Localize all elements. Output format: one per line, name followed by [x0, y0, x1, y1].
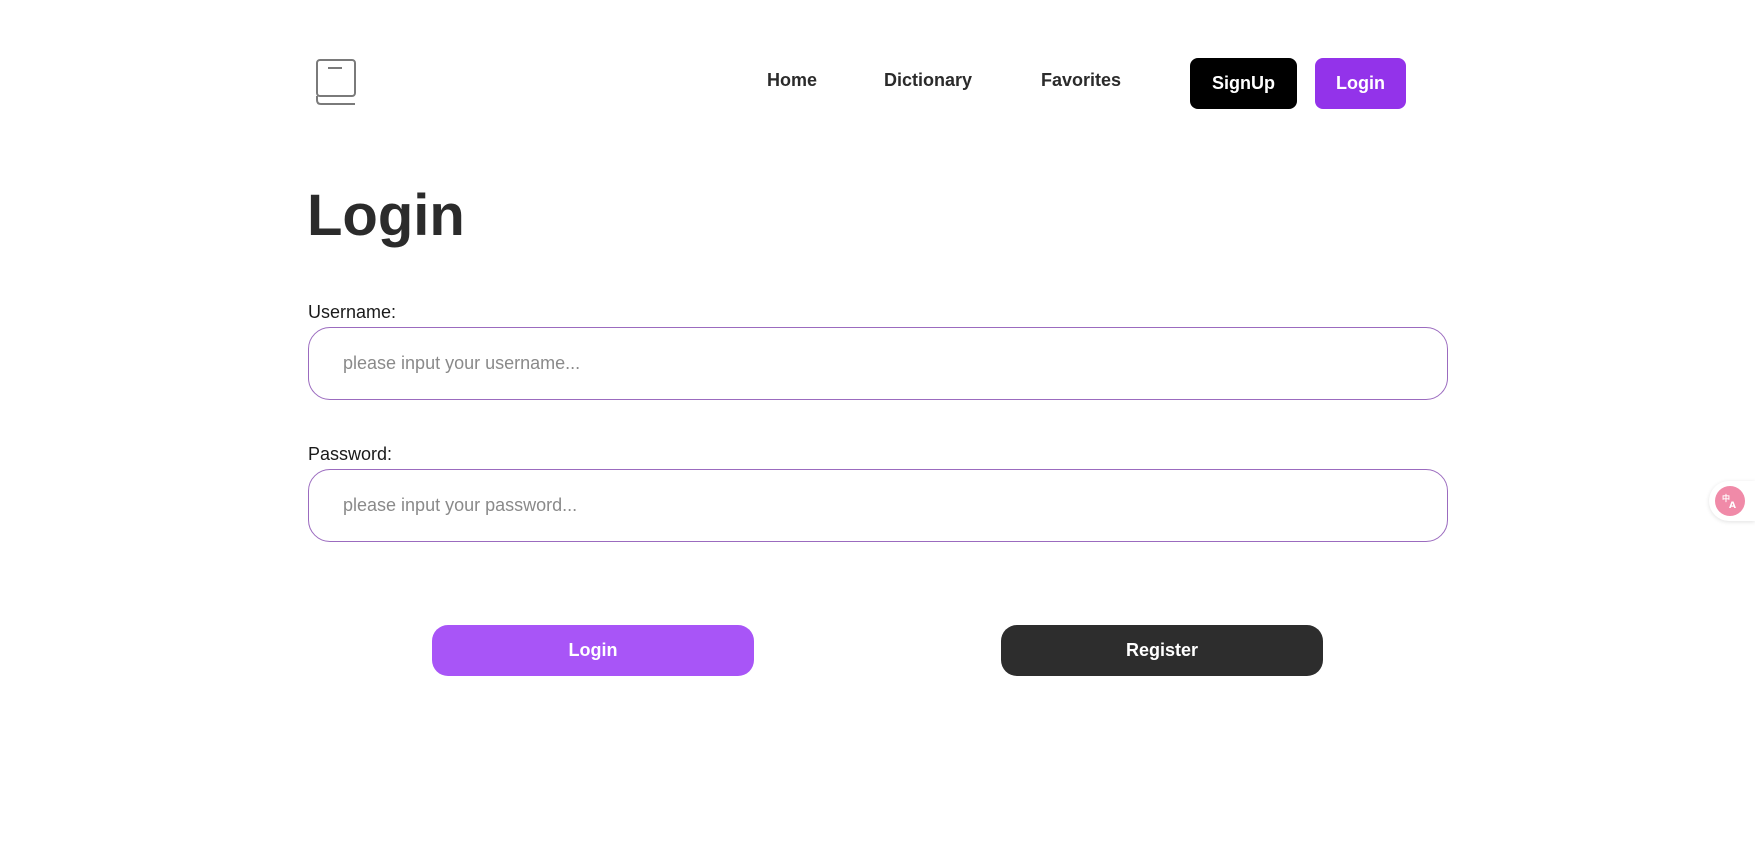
- nav-dictionary-link[interactable]: Dictionary: [884, 70, 972, 91]
- password-input[interactable]: [308, 469, 1448, 542]
- password-label: Password:: [308, 444, 393, 464]
- username-label: Username:: [308, 302, 397, 322]
- register-button[interactable]: Register: [1001, 625, 1323, 676]
- page-title: Login: [307, 183, 465, 248]
- header-login-button[interactable]: Login: [1315, 58, 1406, 109]
- signup-button[interactable]: SignUp: [1190, 58, 1297, 109]
- translate-icon: 中 A: [1715, 486, 1745, 516]
- nav-home-link[interactable]: Home: [767, 70, 817, 91]
- username-input[interactable]: [308, 327, 1448, 400]
- nav-favorites-link[interactable]: Favorites: [1041, 70, 1121, 91]
- login-button[interactable]: Login: [432, 625, 754, 676]
- book-icon[interactable]: [314, 58, 358, 106]
- svg-text:A: A: [1729, 501, 1736, 510]
- translate-widget[interactable]: 中 A: [1709, 481, 1755, 521]
- login-page: Home Dictionary Favorites SignUp Login L…: [0, 0, 1755, 848]
